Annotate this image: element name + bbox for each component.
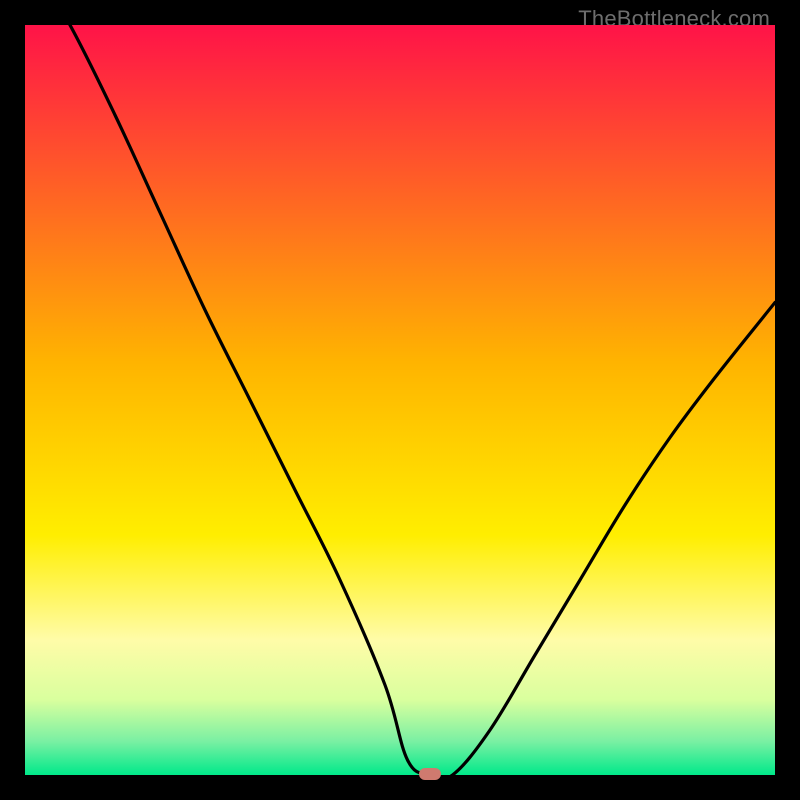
bottleneck-curve [25,25,775,775]
optimum-marker [419,768,441,780]
chart-frame: TheBottleneck.com [0,0,800,800]
plot-area [25,25,775,775]
curve-layer [25,25,775,775]
